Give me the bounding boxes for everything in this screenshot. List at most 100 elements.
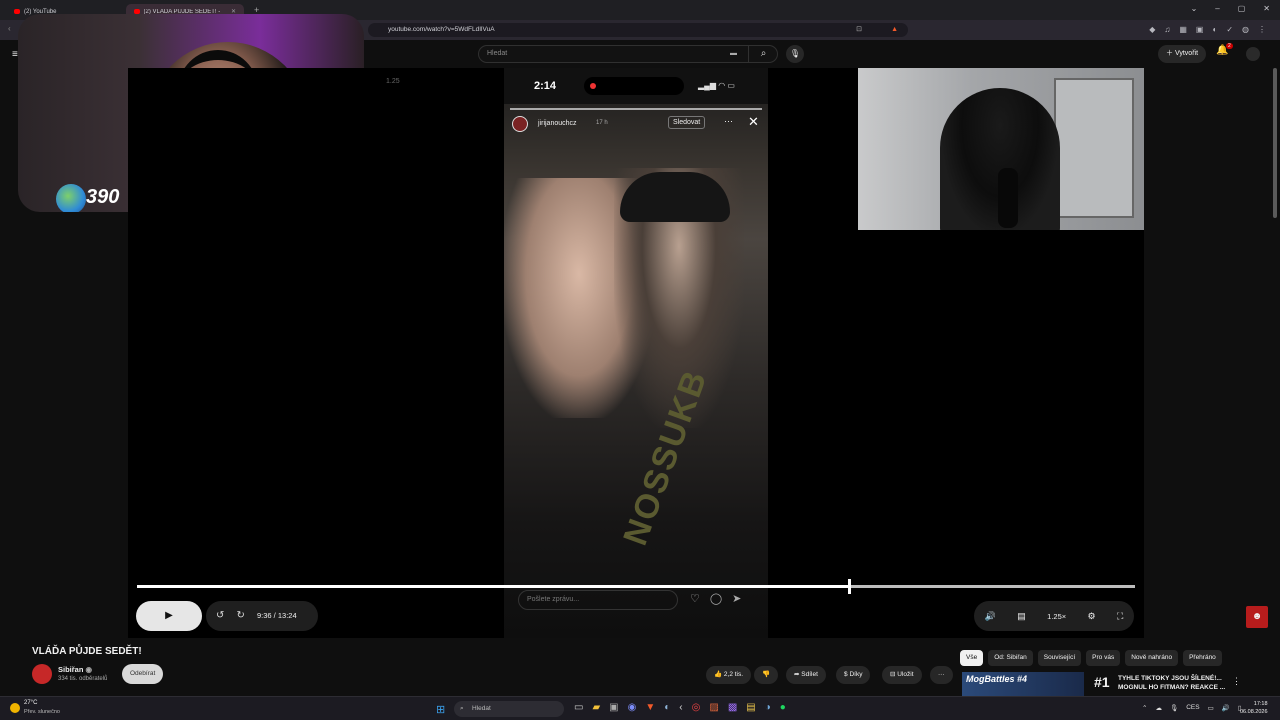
wallet-icon[interactable]: ◐ bbox=[1212, 25, 1217, 34]
windows-taskbar: 27°C Přev. slunečno ⊞ ⌕ Hledat ▭ ▰ ▣ ◉ ▼… bbox=[0, 696, 1280, 720]
dislike-button[interactable]: 👎 bbox=[754, 666, 779, 684]
recommendation-title[interactable]: TYHLE TIKTOKY JSOU ŠÍLENÉ!... MOGNUL HO … bbox=[1118, 674, 1230, 692]
volume-tray-icon[interactable]: 🔊 bbox=[1222, 704, 1230, 712]
create-label: Vytvořit bbox=[1174, 50, 1199, 57]
time-controls: ↺ ↻ 9:36 / 13:24 bbox=[206, 601, 318, 631]
tabs-icon[interactable]: ▣ bbox=[1196, 25, 1204, 34]
forward-icon[interactable]: ↻ bbox=[236, 610, 244, 621]
shelf-shape bbox=[1054, 78, 1134, 218]
recommendation-chips: Vše Od: Sibiřan Související Pro vás Nově… bbox=[960, 650, 1222, 666]
chip-from-channel[interactable]: Od: Sibiřan bbox=[988, 650, 1033, 666]
chip-recent[interactable]: Nově nahráno bbox=[1125, 650, 1179, 666]
weather-sun-icon[interactable] bbox=[10, 703, 20, 713]
account-avatar[interactable] bbox=[1246, 47, 1260, 61]
page-scrollbar[interactable] bbox=[1273, 68, 1277, 218]
search-icon: ⌕ bbox=[760, 48, 767, 59]
task-view-icon[interactable]: ▭ bbox=[574, 702, 583, 713]
chip-for-you[interactable]: Pro vás bbox=[1086, 650, 1121, 666]
save-button[interactable]: ⊟ Uložit bbox=[882, 666, 922, 684]
play-button[interactable]: ▶ bbox=[136, 601, 202, 631]
recommendation-thumbnail[interactable]: MogBattles #4 bbox=[962, 672, 1084, 696]
channel-avatar[interactable] bbox=[32, 664, 52, 684]
taskbar-search-label: Hledat bbox=[472, 705, 491, 712]
rewind-icon[interactable]: ↺ bbox=[216, 610, 224, 621]
cloud-icon[interactable]: ☁ bbox=[1155, 704, 1162, 712]
channel-watermark-icon: ☻ bbox=[1246, 606, 1268, 628]
steam-icon-2[interactable]: ◑ bbox=[765, 702, 771, 713]
chip-related[interactable]: Související bbox=[1037, 650, 1082, 666]
bookmark-icon: ⊟ bbox=[890, 671, 896, 678]
mic-tray-icon[interactable]: 🎙 bbox=[1170, 704, 1178, 712]
video-player[interactable]: 1.25 2:14 ▂▄▆ ◠ ▭ jirijanouchcz 17 h Sle… bbox=[128, 68, 1144, 638]
like-button[interactable]: 👍 2,2 tis. bbox=[706, 666, 752, 684]
thanks-button[interactable]: $ Díky bbox=[836, 666, 871, 684]
music-icon[interactable]: ♫ bbox=[1164, 25, 1170, 34]
capcut-icon[interactable]: ‹ bbox=[679, 702, 682, 713]
minimize-button[interactable]: – bbox=[1215, 4, 1219, 13]
time-separator: / bbox=[273, 611, 276, 620]
network-icon[interactable]: ▭ bbox=[1208, 704, 1214, 712]
office-icon[interactable]: ▨ bbox=[709, 702, 718, 713]
brave-shield-icon[interactable]: ▲ bbox=[891, 23, 898, 37]
story-avatar bbox=[512, 116, 528, 132]
extension-icon[interactable]: ◆ bbox=[1149, 25, 1155, 34]
seek-bar-handle[interactable] bbox=[848, 579, 851, 594]
app-icon-yellow[interactable]: ▤ bbox=[746, 702, 755, 713]
steam-icon[interactable]: ◐ bbox=[664, 702, 670, 713]
system-tray: ⌃ ☁ 🎙 CES ▭ 🔊 ▯ bbox=[1142, 704, 1241, 712]
story-follow-button: Sledovat bbox=[668, 116, 706, 129]
vpn-icon[interactable]: ◍ bbox=[1242, 25, 1249, 34]
create-button[interactable]: ＋ Vytvořit bbox=[1158, 45, 1207, 63]
story-progress-bar bbox=[510, 108, 762, 110]
sub-count-text: 390 bbox=[86, 186, 120, 208]
share-icon: ➦ bbox=[794, 671, 800, 678]
thumbs-down-icon: 👎 bbox=[762, 671, 771, 678]
speed-overlay-text: 1.25 bbox=[386, 78, 400, 85]
subtitles-icon[interactable]: ▤ bbox=[1017, 611, 1026, 622]
brave-icon[interactable]: ▼ bbox=[645, 702, 655, 713]
recommendation-more-icon[interactable]: ⋮ bbox=[1232, 676, 1241, 687]
settings-gear-icon[interactable]: ⚙ bbox=[1088, 611, 1096, 622]
chrome-icon[interactable]: ◎ bbox=[692, 702, 701, 713]
verified-icon: ◉ bbox=[85, 665, 93, 674]
share-button[interactable]: ➦ Sdílet bbox=[786, 666, 826, 684]
tray-expand-icon[interactable]: ⌃ bbox=[1142, 704, 1147, 712]
thanks-label: Díky bbox=[849, 671, 863, 678]
tab-search-icon[interactable]: ⌄ bbox=[1191, 4, 1198, 13]
taskbar-clock[interactable]: 17:18 06.08.2026 bbox=[1240, 700, 1268, 716]
playback-speed[interactable]: 1.25× bbox=[1047, 612, 1066, 621]
more-actions-button[interactable]: ··· bbox=[930, 666, 953, 684]
fullscreen-icon[interactable]: ⛶ bbox=[1117, 611, 1123, 622]
chip-watched[interactable]: Přehráno bbox=[1183, 650, 1222, 666]
menu-icon[interactable]: ⋮ bbox=[1258, 25, 1266, 34]
sidebar-icon[interactable]: ▦ bbox=[1179, 25, 1187, 34]
search-button[interactable]: ⌕ bbox=[748, 45, 778, 63]
app-icon[interactable]: ▩ bbox=[728, 702, 737, 713]
story-username: jirijanouchcz bbox=[538, 120, 577, 127]
keyboard-icon[interactable]: ▬ bbox=[730, 50, 737, 57]
start-windows-icon[interactable]: ⊞ bbox=[436, 703, 445, 716]
install-app-icon[interactable]: ⊡ bbox=[856, 23, 862, 37]
language-indicator[interactable]: CES bbox=[1186, 704, 1199, 712]
discord-icon[interactable]: ◉ bbox=[628, 702, 637, 713]
recommendation-rank: #1 bbox=[1094, 674, 1110, 690]
chip-all[interactable]: Vše bbox=[960, 650, 984, 666]
file-explorer-icon[interactable]: ▰ bbox=[592, 702, 600, 713]
right-player-controls: 🔊 ▤ 1.25× ⚙ ⛶ bbox=[974, 601, 1134, 631]
close-window-button[interactable]: ✕ bbox=[1263, 4, 1270, 13]
volume-icon[interactable]: 🔊 bbox=[985, 611, 996, 622]
channel-name[interactable]: Sibiřan ◉ bbox=[58, 665, 92, 674]
maximize-button[interactable]: ▢ bbox=[1238, 4, 1246, 13]
weather-desc: Přev. slunečno bbox=[24, 709, 60, 715]
hamburger-menu-icon[interactable]: ≡ bbox=[12, 49, 18, 60]
back-icon[interactable]: ‹ bbox=[8, 24, 11, 33]
store-icon[interactable]: ▣ bbox=[609, 702, 618, 713]
subscribe-button[interactable]: Odebírat bbox=[122, 664, 164, 684]
voice-search-button[interactable]: 🎙 bbox=[786, 45, 804, 63]
taskbar-search[interactable]: ⌕ Hledat bbox=[454, 701, 564, 717]
check-icon[interactable]: ✓ bbox=[1226, 25, 1233, 34]
weather-temp: 27°C bbox=[24, 700, 38, 706]
spotify-icon[interactable]: ● bbox=[780, 702, 786, 713]
save-label: Uložit bbox=[897, 671, 914, 678]
url-field[interactable]: youtube.com/watch?v=5WdFLdIlVuA ⊡ ▲ bbox=[368, 23, 908, 37]
